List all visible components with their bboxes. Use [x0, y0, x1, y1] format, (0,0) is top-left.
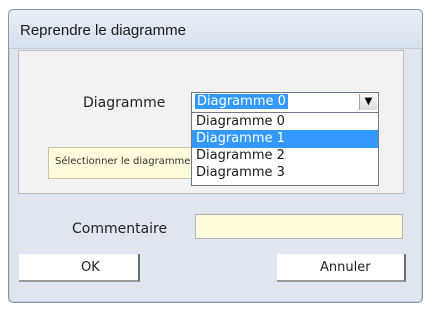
- cancel-button[interactable]: Annuler: [277, 254, 406, 282]
- dialog-title: Reprendre le diagramme: [20, 22, 186, 39]
- dropdown-option[interactable]: Diagramme 3: [192, 164, 378, 182]
- diagram-select[interactable]: Diagramme 0 ▼: [191, 92, 379, 114]
- title-bar[interactable]: Reprendre le diagramme: [9, 10, 422, 49]
- ok-button-label: OK: [81, 260, 100, 275]
- ok-button[interactable]: OK: [19, 254, 140, 282]
- dropdown-option[interactable]: Diagramme 0: [192, 113, 378, 131]
- chevron-down-icon[interactable]: ▼: [359, 94, 377, 110]
- comment-label: Commentaire: [72, 221, 168, 237]
- comment-input[interactable]: [195, 214, 403, 239]
- select-diagram-notice: Sélectionner le diagramme: [48, 147, 197, 179]
- diagram-select-value: Diagramme 0: [195, 94, 288, 109]
- cancel-button-label: Annuler: [320, 260, 371, 275]
- notice-text: Sélectionner le diagramme: [55, 156, 191, 167]
- diagram-dropdown-list: Diagramme 0 Diagramme 1 Diagramme 2 Diag…: [191, 112, 379, 186]
- diagram-label: Diagramme: [83, 95, 166, 111]
- dropdown-option-selected[interactable]: Diagramme 1: [192, 130, 378, 148]
- dropdown-option[interactable]: Diagramme 2: [192, 147, 378, 165]
